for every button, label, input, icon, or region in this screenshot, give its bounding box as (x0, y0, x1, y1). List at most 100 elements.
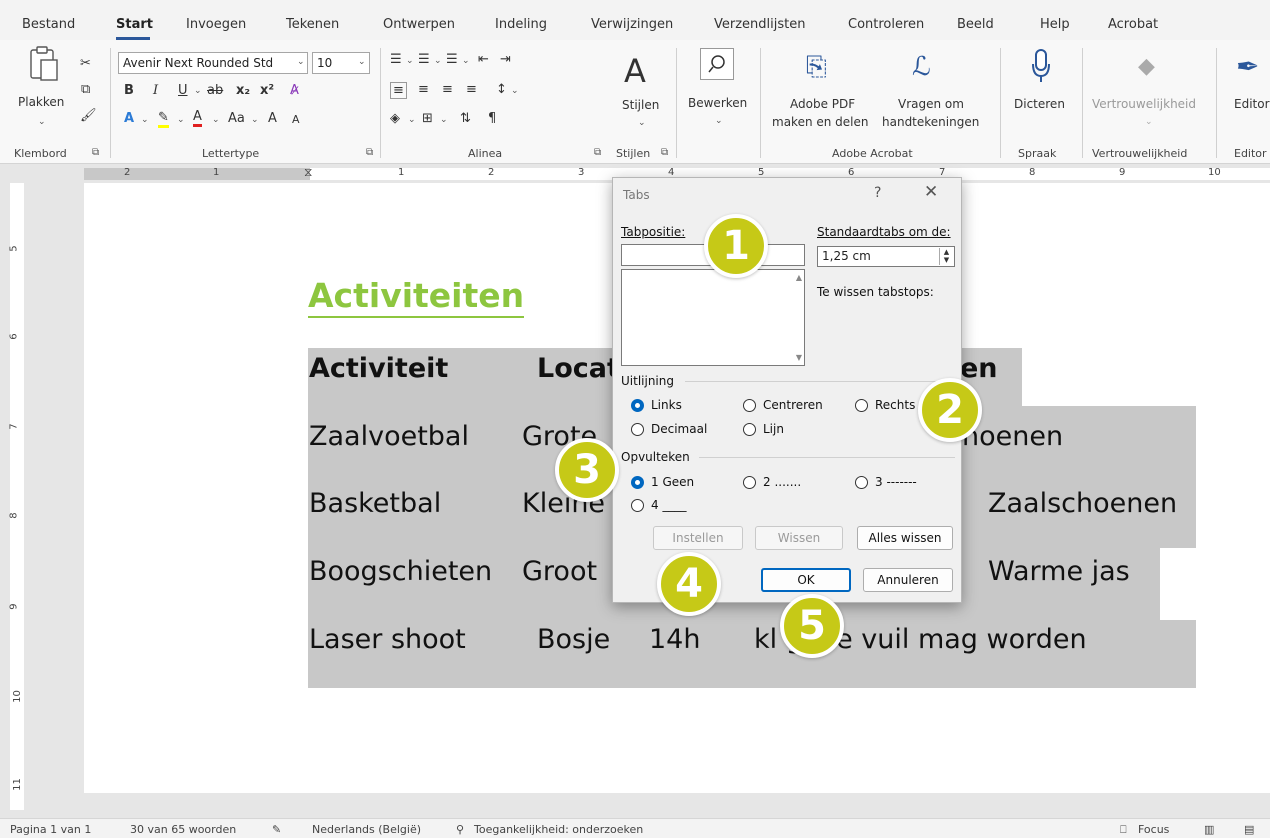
table-cell[interactable]: Basketbal (309, 488, 441, 520)
bullets-dropdown-icon[interactable]: ⌄ (406, 56, 414, 66)
dictate-button-label[interactable]: Dicteren (1014, 97, 1065, 111)
tab-help[interactable]: Help (1040, 17, 1070, 32)
table-cell[interactable]: Zaalvoetbal (309, 421, 469, 453)
tab-beeld[interactable]: Beeld (957, 17, 994, 32)
help-button[interactable]: ? (874, 185, 881, 201)
text-effects-icon[interactable]: A (124, 111, 134, 126)
clear-button[interactable]: Wissen (755, 526, 843, 550)
numbering-dropdown-icon[interactable]: ⌄ (434, 56, 442, 66)
radio-label-leader-3[interactable]: 3 ------- (875, 475, 917, 489)
table-cell[interactable]: en (960, 353, 998, 385)
table-cell[interactable]: Activiteit (309, 353, 448, 385)
radio-links[interactable] (631, 399, 644, 412)
radio-label-leader-4[interactable]: 4 ____ (651, 498, 686, 512)
bullets-icon[interactable]: ☰ (390, 52, 402, 67)
radio-label-rechts[interactable]: Rechts (875, 398, 915, 412)
microphone-icon[interactable] (1030, 48, 1052, 87)
shrink-font-button[interactable]: A (292, 113, 300, 126)
radio-leader-1[interactable] (631, 476, 644, 489)
text-effects-dropdown-icon[interactable]: ⌄ (141, 115, 149, 125)
sensitivity-button-label[interactable]: Vertrouwelijkheid (1092, 97, 1196, 111)
word-count[interactable]: 30 van 65 woorden (130, 823, 236, 836)
radio-label-centreren[interactable]: Centreren (763, 398, 823, 412)
focus-button[interactable]: Focus (1138, 823, 1169, 836)
radio-centreren[interactable] (743, 399, 756, 412)
focus-icon[interactable]: ⎕ (1120, 823, 1127, 837)
borders-dropdown-icon[interactable]: ⌄ (440, 115, 448, 125)
bold-button[interactable]: B (124, 83, 134, 98)
underline-button[interactable]: U (178, 83, 188, 98)
accessibility-icon[interactable]: ⚲ (456, 823, 464, 836)
tabs-dialog[interactable]: Tabs ? ✕ Tabpositie: ▲ ▼ Standaardtabs o… (612, 177, 962, 603)
search-icon[interactable] (700, 48, 734, 80)
highlight-icon[interactable]: ✎ (158, 110, 169, 128)
strikethrough-button[interactable]: ab (207, 83, 223, 98)
signature-icon[interactable]: ℒ (912, 52, 931, 82)
page-count[interactable]: Pagina 1 van 1 (10, 823, 91, 836)
align-center-icon[interactable]: ≡ (418, 82, 429, 97)
clipboard-launcher-icon[interactable]: ⧉ (92, 147, 99, 158)
pdf-button-label-1[interactable]: Adobe PDF (790, 97, 855, 111)
radio-leader-3[interactable] (855, 476, 868, 489)
increase-indent-icon[interactable]: ⇥ (500, 52, 511, 67)
change-case-dropdown-icon[interactable]: ⌄ (251, 115, 259, 125)
pdf-button-label-2[interactable]: maken en delen (772, 115, 869, 129)
italic-button[interactable]: I (153, 83, 158, 98)
styles-launcher-icon[interactable]: ⧉ (661, 147, 668, 158)
editor-button-label[interactable]: Editor (1234, 97, 1270, 111)
indent-marker-icon[interactable]: ⧖ (304, 165, 312, 180)
tab-ontwerpen[interactable]: Ontwerpen (383, 17, 455, 32)
table-cell[interactable]: Zaalschoenen (988, 488, 1177, 520)
close-button[interactable]: ✕ (924, 182, 938, 202)
table-cell[interactable]: Warme jas (988, 556, 1130, 588)
read-mode-icon[interactable]: ▥ (1204, 823, 1214, 836)
superscript-icon[interactable]: x² (260, 83, 274, 98)
radio-label-decimaal[interactable]: Decimaal (651, 422, 707, 436)
spin-buttons-icon[interactable]: ▲ ▼ (939, 248, 953, 265)
radio-label-leader-2[interactable]: 2 ....... (763, 475, 801, 489)
print-layout-icon[interactable]: ▤ (1244, 823, 1254, 836)
radio-leader-2[interactable] (743, 476, 756, 489)
document-heading[interactable]: Activiteiten (308, 276, 525, 318)
editor-pen-icon[interactable]: ✒ (1236, 50, 1259, 83)
change-case-button[interactable]: Aa (228, 111, 245, 126)
paste-icon[interactable] (27, 46, 61, 85)
table-cell[interactable]: Boogschieten (309, 556, 492, 588)
language-indicator[interactable]: Nederlands (België) (312, 823, 421, 836)
sensitivity-dropdown-icon[interactable]: ⌄ (1145, 117, 1153, 127)
font-size-dropdown-icon[interactable]: ⌄ (358, 57, 366, 67)
font-color-icon[interactable]: A (193, 109, 202, 127)
scroll-down-icon[interactable]: ▼ (796, 353, 802, 362)
decrease-indent-icon[interactable]: ⇤ (478, 52, 489, 67)
paste-button-label[interactable]: Plakken (18, 95, 64, 109)
line-spacing-dropdown-icon[interactable]: ⌄ (511, 86, 519, 96)
tab-bestand[interactable]: Bestand (22, 17, 75, 32)
radio-decimaal[interactable] (631, 423, 644, 436)
editing-button-label[interactable]: Bewerken (688, 96, 747, 110)
sort-icon[interactable]: ⇅ (460, 111, 471, 126)
pilcrow-button[interactable]: ¶ (488, 111, 496, 126)
align-left-icon[interactable]: ≡ (390, 82, 407, 99)
vertical-ruler[interactable]: 5 6 7 8 9 10 11 (0, 183, 36, 810)
highlight-dropdown-icon[interactable]: ⌄ (177, 115, 185, 125)
shading-icon[interactable]: ◈ (390, 111, 400, 126)
paragraph-launcher-icon[interactable]: ⧉ (594, 147, 601, 158)
sign-button-label-2[interactable]: handtekeningen (882, 115, 979, 129)
clear-all-button[interactable]: Alles wissen (857, 526, 953, 550)
line-spacing-icon[interactable]: ↕ (496, 82, 507, 97)
ok-button[interactable]: OK (761, 568, 851, 592)
subscript-icon[interactable]: x₂ (236, 83, 250, 98)
sign-button-label-1[interactable]: Vragen om (898, 97, 964, 111)
tab-verwijzingen[interactable]: Verwijzingen (591, 17, 673, 32)
clear-formatting-icon[interactable]: A̷ (290, 83, 299, 98)
styles-dropdown-icon[interactable]: ⌄ (638, 118, 646, 128)
table-cell[interactable]: 14h (649, 624, 700, 656)
table-cell[interactable]: Locat (537, 353, 620, 385)
font-launcher-icon[interactable]: ⧉ (366, 147, 373, 158)
multilevel-dropdown-icon[interactable]: ⌄ (462, 56, 470, 66)
styles-button-label[interactable]: Stijlen (622, 98, 659, 112)
copy-icon[interactable]: ⧉ (81, 82, 90, 97)
tab-controleren[interactable]: Controleren (848, 17, 924, 32)
proofing-icon[interactable]: ✎ (272, 823, 281, 836)
tab-tekenen[interactable]: Tekenen (286, 17, 339, 32)
